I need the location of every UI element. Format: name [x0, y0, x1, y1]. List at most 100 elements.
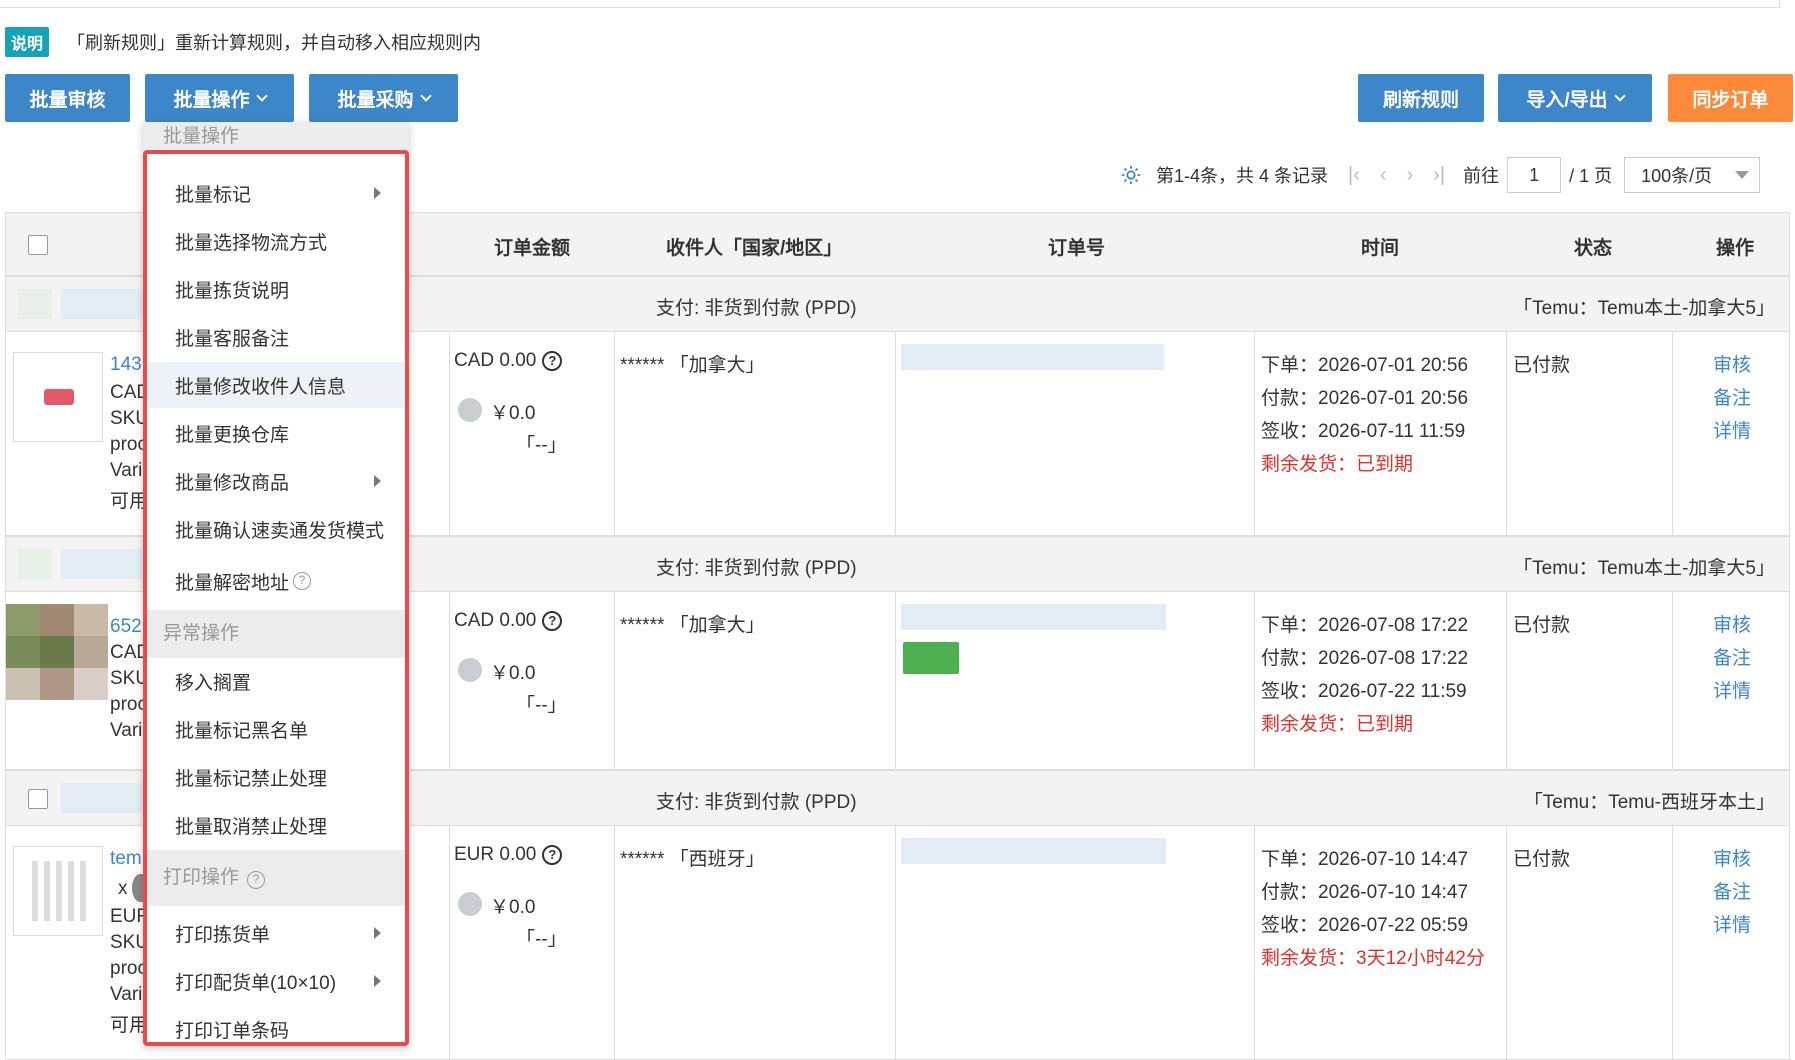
divider [895, 826, 896, 1059]
select-all-checkbox[interactable] [28, 235, 48, 255]
time-paid: 付款：2026-07-10 14:47 [1261, 882, 1469, 903]
chevron-right-icon [374, 475, 381, 487]
next-page-icon[interactable]: › [1407, 164, 1414, 187]
product-prod: proc [110, 434, 147, 455]
menu-item-blacklist[interactable]: 批量标记黑名单 [143, 706, 409, 752]
menu-item-edit-product[interactable]: 批量修改商品 [143, 458, 409, 504]
page-size-select[interactable]: 100条/页 [1624, 157, 1761, 193]
detail-link[interactable]: 详情 [1713, 416, 1751, 443]
menu-item-print-packing[interactable]: 打印配货单(10×10) [143, 958, 409, 1004]
divider [1254, 332, 1255, 535]
product-image [40, 668, 74, 700]
menu-item-aliexpress-mode[interactable]: 批量确认速卖通发货模式 [143, 506, 409, 552]
batch-purchase-button[interactable]: 批量采购 [309, 74, 458, 122]
divider [895, 332, 896, 535]
note-link[interactable]: 备注 [1713, 383, 1751, 410]
menu-item-print-barcode[interactable]: 打印订单条码 [143, 1006, 409, 1052]
menu-item-forbid[interactable]: 批量标记禁止处理 [143, 754, 409, 800]
coin-icon [458, 658, 482, 682]
help-icon[interactable]: ? [247, 871, 266, 889]
time-order: 下单：2026-07-08 17:22 [1261, 615, 1469, 636]
review-link[interactable]: 审核 [1713, 350, 1751, 377]
last-page-icon[interactable]: ›| [1433, 164, 1445, 187]
product-prod: proc [110, 694, 147, 715]
coin-note: 「--」 [516, 929, 567, 950]
logistics-tag [903, 642, 959, 674]
menu-item-label: 批量解密地址 [175, 572, 290, 594]
product-link[interactable]: 652 [110, 616, 142, 638]
detail-link[interactable]: 详情 [1713, 676, 1751, 703]
coin-amount: ￥0.0 [490, 663, 536, 684]
menu-item-logistics[interactable]: 批量选择物流方式 [143, 218, 409, 264]
batch-ops-button[interactable]: 批量操作 [145, 74, 294, 122]
payment-type: 支付: 非货到付款 (PPD) [656, 298, 857, 319]
first-page-icon[interactable]: |‹ [1348, 164, 1360, 187]
product-prod: proc [110, 958, 147, 979]
prev-page-icon[interactable]: ‹ [1380, 164, 1387, 187]
blurred-checkbox [18, 289, 52, 319]
review-link[interactable]: 审核 [1713, 610, 1751, 637]
sync-orders-label: 同步订单 [1692, 89, 1769, 111]
menu-item-decrypt-address[interactable]: 批量解密地址? [143, 558, 409, 604]
order-amount-value: CAD 0.00 [454, 350, 537, 371]
help-icon[interactable]: ? [293, 572, 312, 590]
product-image [40, 604, 74, 636]
divider [449, 592, 450, 769]
gear-icon[interactable] [1120, 164, 1142, 186]
menu-item-move-hold[interactable]: 移入搁置 [143, 658, 409, 704]
blurred-order-id [61, 549, 151, 579]
chevron-down-icon [1613, 89, 1626, 102]
help-icon[interactable]: ? [542, 844, 563, 865]
payment-type: 支付: 非货到付款 (PPD) [656, 792, 857, 813]
time-order: 下单：2026-07-10 14:47 [1261, 849, 1469, 870]
divider [1506, 592, 1507, 769]
top-panel-border [0, 0, 1780, 8]
batch-ops-label: 批量操作 [173, 89, 250, 111]
note-link[interactable]: 备注 [1713, 643, 1751, 670]
help-icon[interactable]: ? [542, 610, 563, 631]
product-link[interactable]: 143 [110, 354, 142, 376]
menu-item-print-picking[interactable]: 打印拣货单 [143, 910, 409, 956]
order-status: 已付款 [1513, 849, 1571, 870]
menu-item-edit-recipient[interactable]: 批量修改收件人信息 [143, 362, 409, 408]
menu-item-service-note[interactable]: 批量客服备注 [143, 314, 409, 360]
divider [614, 332, 615, 535]
order-amount: CAD 0.00? [454, 610, 563, 632]
divider [1672, 332, 1673, 535]
page-input[interactable]: 1 [1507, 157, 1562, 193]
product-thumbnail[interactable] [13, 352, 103, 442]
product-link[interactable]: tem [110, 848, 142, 870]
review-link[interactable]: 审核 [1713, 844, 1751, 871]
recipient: ****** 「加拿大」 [620, 355, 765, 376]
import-export-button[interactable]: 导入/导出 [1498, 74, 1652, 122]
menu-item-label: 批量修改收件人信息 [175, 376, 347, 398]
note-link[interactable]: 备注 [1713, 877, 1751, 904]
menu-item-change-warehouse[interactable]: 批量更换仓库 [143, 410, 409, 456]
menu-item-unforbid[interactable]: 批量取消禁止处理 [143, 802, 409, 848]
pagination: 第1-4条，共 4 条记录 |‹ ‹ › ›| 前往 1 / 1 页 100条/… [1120, 157, 1761, 193]
menu-item-label: 批量标记黑名单 [175, 720, 309, 742]
batch-review-button[interactable]: 批量审核 [5, 74, 130, 122]
header-amount: 订单金额 [494, 238, 571, 259]
pager-summary: 第1-4条，共 4 条记录 [1156, 166, 1329, 186]
help-icon[interactable]: ? [542, 350, 563, 371]
divider [895, 592, 896, 769]
menu-item-batch-mark[interactable]: 批量标记 [143, 170, 409, 216]
recipient: ****** 「西班牙」 [620, 849, 765, 870]
divider [1672, 592, 1673, 769]
menu-item-label: 移入搁置 [175, 672, 252, 694]
row-checkbox[interactable] [28, 789, 48, 809]
time-remaining: 剩余发货：3天12小时42分 [1261, 948, 1485, 969]
product-thumbnail[interactable] [6, 604, 108, 700]
product-thumbnail[interactable] [13, 846, 103, 936]
menu-item-picking-note[interactable]: 批量拣货说明 [143, 266, 409, 312]
product-image [32, 861, 86, 921]
batch-ops-dropdown: 批量操作 批量标记 批量选择物流方式 批量拣货说明 批量客服备注 批量修改收件人… [143, 122, 409, 1046]
divider [614, 592, 615, 769]
header-order-no: 订单号 [1048, 238, 1106, 259]
product-image [44, 389, 74, 405]
detail-link[interactable]: 详情 [1713, 910, 1751, 937]
sync-orders-button[interactable]: 同步订单 [1668, 74, 1793, 122]
refresh-rules-button[interactable]: 刷新规则 [1358, 74, 1484, 122]
coin-amount: ￥0.0 [490, 403, 536, 424]
